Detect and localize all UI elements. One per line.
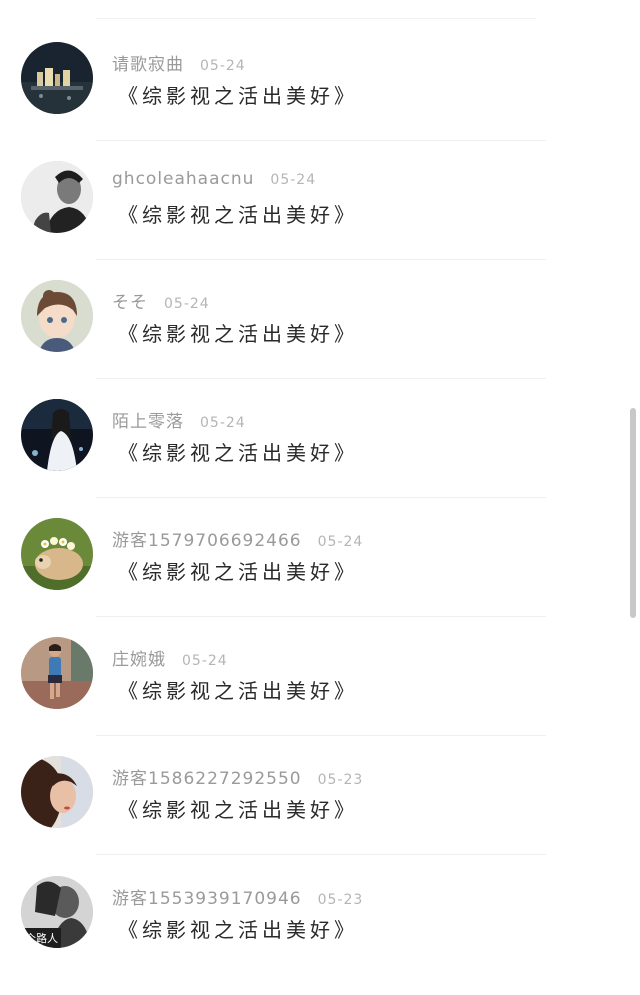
comment-item[interactable]: ghcoleahaacnu 05-24 《综影视之活出美好》 [0, 161, 640, 280]
man-portrait-avatar-icon[interactable] [21, 161, 93, 233]
bw-photo-avatar-icon[interactable]: 个路人 [21, 876, 93, 948]
comment-item[interactable]: 个路人 游客1553939170946 05-23 《综影视之活出美好》 [0, 876, 640, 995]
divider [96, 854, 546, 855]
divider [96, 140, 546, 141]
anime-girl-avatar-icon[interactable] [21, 280, 93, 352]
night-city-avatar-icon[interactable] [21, 42, 93, 114]
comment-date: 05-24 [270, 172, 317, 188]
comment-item[interactable]: そそ 05-24 《综影视之活出美好》 [0, 280, 640, 399]
comment-meta: 游客1579706692466 05-24 [112, 526, 364, 551]
comment-meta: そそ 05-24 [112, 288, 210, 313]
comment-date: 05-23 [317, 772, 364, 788]
comment-item[interactable]: 庄婉娥 05-24 《综影视之活出美好》 [0, 637, 640, 756]
divider [96, 735, 546, 736]
username[interactable]: 陌上零落 [112, 407, 184, 432]
username[interactable]: ghcoleahaacnu [112, 169, 254, 189]
comment-item[interactable]: 游客1586227292550 05-23 《综影视之活出美好》 [0, 756, 640, 875]
comment-meta: 庄婉娥 05-24 [112, 645, 228, 670]
comment-text: 《综影视之活出美好》 [118, 679, 358, 703]
comment-date: 05-23 [317, 892, 364, 908]
comment-date: 05-24 [200, 58, 246, 74]
comment-date: 05-24 [182, 653, 228, 669]
divider [96, 616, 546, 617]
comment-item[interactable]: 陌上零落 05-24 《综影视之活出美好》 [0, 399, 640, 518]
avatar-caption: 个路人 [25, 932, 58, 945]
woman-white-dress-avatar-icon[interactable] [21, 399, 93, 471]
username[interactable]: 游客1553939170946 [112, 884, 302, 909]
comment-item[interactable]: 游客1579706692466 05-24 《综影视之活出美好》 [0, 518, 640, 637]
username[interactable]: 游客1586227292550 [112, 764, 302, 789]
comment-date: 05-24 [317, 534, 364, 550]
comment-meta: ghcoleahaacnu 05-24 [112, 169, 316, 191]
comment-text: 《综影视之活出美好》 [118, 441, 358, 465]
divider [96, 259, 546, 260]
walking-girl-avatar-icon[interactable] [21, 637, 93, 709]
comment-text: 《综影视之活出美好》 [118, 322, 358, 346]
scrollbar[interactable] [630, 408, 636, 618]
comment-text: 《综影视之活出美好》 [118, 560, 358, 584]
guinea-pig-avatar-icon[interactable] [21, 518, 93, 590]
divider [96, 378, 546, 379]
comment-meta: 请歌寂曲 05-24 [112, 50, 246, 75]
username[interactable]: 游客1579706692466 [112, 526, 302, 551]
side-face-avatar-icon[interactable] [21, 756, 93, 828]
username[interactable]: そそ [112, 288, 148, 313]
comment-meta: 游客1553939170946 05-23 [112, 884, 364, 909]
comment-meta: 陌上零落 05-24 [112, 407, 246, 432]
divider [96, 497, 546, 498]
comment-meta: 游客1586227292550 05-23 [112, 764, 364, 789]
comment-text: 《综影视之活出美好》 [118, 918, 358, 942]
comment-text: 《综影视之活出美好》 [118, 84, 358, 108]
divider [96, 18, 536, 19]
username[interactable]: 庄婉娥 [112, 645, 166, 670]
comment-date: 05-24 [200, 415, 246, 431]
comment-text: 《综影视之活出美好》 [118, 203, 358, 227]
comment-text: 《综影视之活出美好》 [118, 798, 358, 822]
comment-date: 05-24 [164, 296, 210, 312]
comment-item[interactable]: 请歌寂曲 05-24 《综影视之活出美好》 [0, 42, 640, 161]
username[interactable]: 请歌寂曲 [112, 50, 184, 75]
